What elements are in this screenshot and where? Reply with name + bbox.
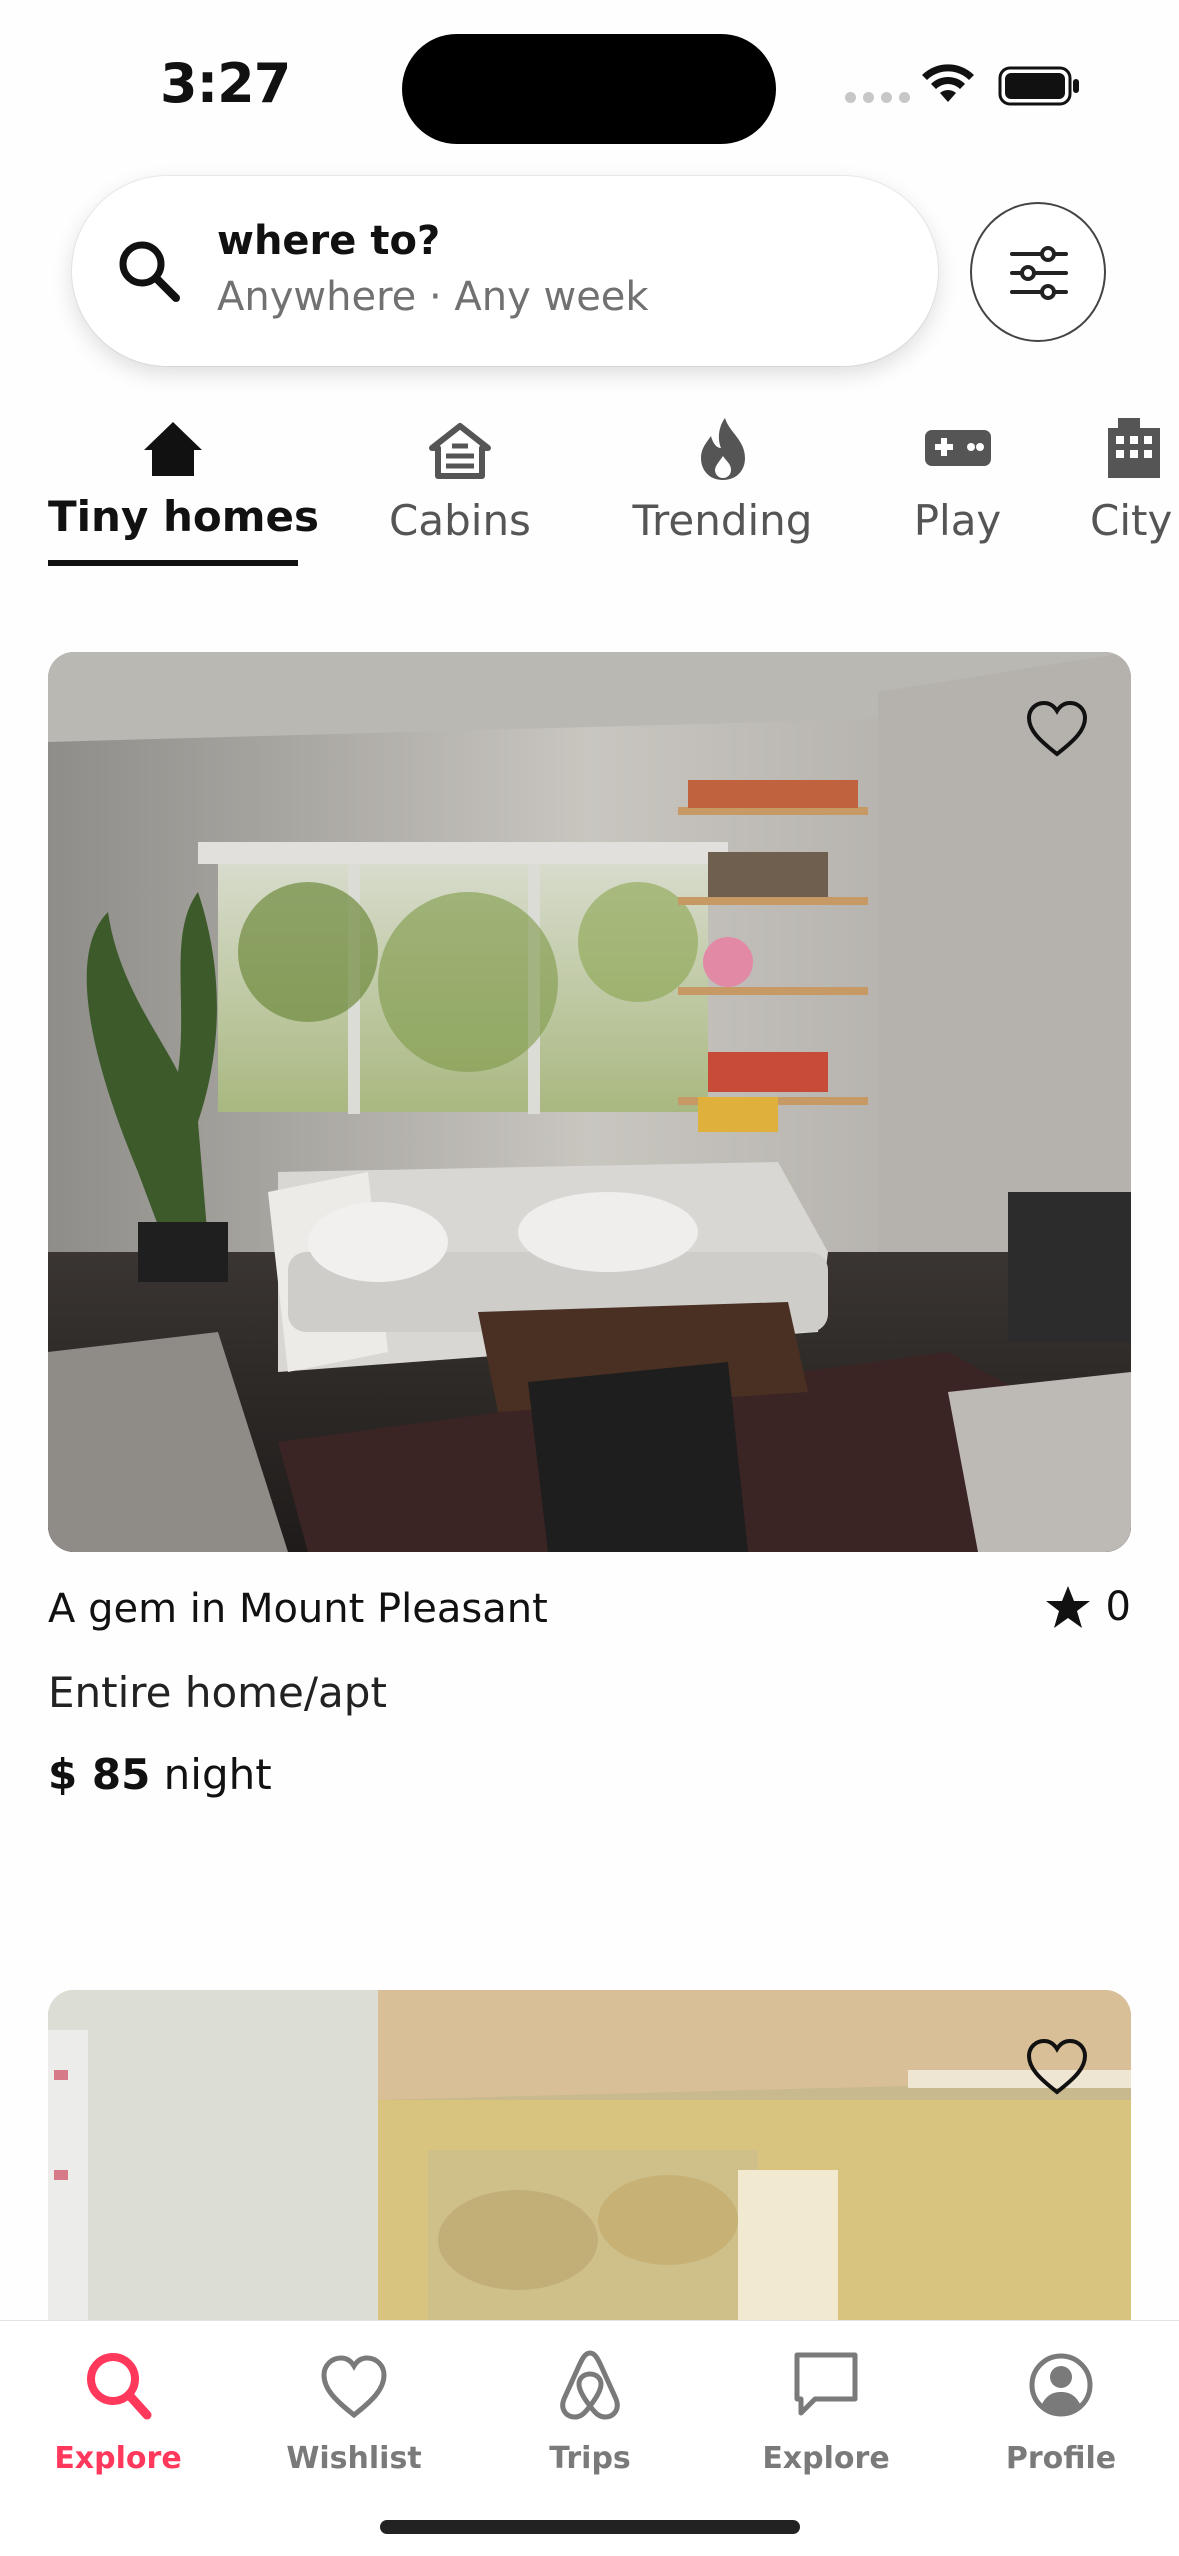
tab-label: Explore xyxy=(54,2441,182,2476)
search-icon xyxy=(119,241,180,302)
living-room-photo xyxy=(48,652,1131,1552)
wishlist-heart-icon[interactable] xyxy=(1025,700,1089,758)
sliders-icon xyxy=(1010,246,1068,300)
airbnb-logo-icon xyxy=(560,2350,620,2420)
cellular-signal-icon xyxy=(845,92,910,103)
category-play[interactable]: Play xyxy=(900,410,1015,545)
search-icon xyxy=(87,2353,152,2420)
tab-explore[interactable]: Explore xyxy=(0,2343,236,2476)
star-icon xyxy=(1045,1586,1090,1628)
listing-price: $ 85 night xyxy=(48,1750,272,1799)
home-icon xyxy=(144,422,202,476)
rating-value: 0 xyxy=(1105,1584,1131,1630)
tab-label: Trips xyxy=(549,2441,631,2476)
home-indicator[interactable] xyxy=(380,2520,800,2534)
wifi-icon xyxy=(922,64,974,102)
category-label: Tiny homes xyxy=(48,492,319,541)
heart-icon xyxy=(321,2355,387,2419)
category-tiny-homes[interactable]: Tiny homes xyxy=(48,410,319,541)
gamepad-icon xyxy=(924,430,991,466)
tab-label: Profile xyxy=(1005,2441,1117,2476)
tab-messages[interactable]: Explore xyxy=(708,2343,944,2476)
search-title: where to? xyxy=(217,218,441,264)
battery-icon xyxy=(998,66,1079,106)
price-unit: night xyxy=(163,1750,272,1799)
category-trending[interactable]: Trending xyxy=(620,410,825,545)
active-category-indicator xyxy=(48,560,298,566)
price-amount: $ 85 xyxy=(48,1750,151,1799)
status-time: 3:27 xyxy=(160,52,291,115)
listing-photo[interactable] xyxy=(48,1990,1131,2330)
fire-icon xyxy=(700,418,745,480)
category-city[interactable]: City xyxy=(1090,410,1179,545)
profile-icon xyxy=(1029,2353,1093,2417)
listing-room-type: Entire home/apt xyxy=(48,1668,387,1717)
search-subtitle: Anywhere · Any week xyxy=(217,274,649,320)
filters-button[interactable] xyxy=(970,202,1106,342)
listing-rating: 0 xyxy=(1044,1584,1131,1630)
category-label: Trending xyxy=(632,496,813,545)
category-cabins[interactable]: Cabins xyxy=(380,410,540,545)
tab-label: Explore xyxy=(762,2441,890,2476)
category-label: Play xyxy=(913,496,1002,545)
category-label: City xyxy=(1090,496,1173,545)
message-icon xyxy=(794,2352,858,2416)
search-bar[interactable]: where to? Anywhere · Any week xyxy=(72,176,938,366)
listing-photo[interactable] xyxy=(48,652,1131,1552)
category-label: Cabins xyxy=(389,496,531,545)
cabin-icon xyxy=(429,423,491,479)
city-icon xyxy=(1108,418,1160,478)
status-bar: 3:27 xyxy=(0,0,1179,170)
bedroom-photo xyxy=(48,1990,1131,2330)
wishlist-heart-icon[interactable] xyxy=(1025,2038,1089,2096)
tab-wishlist[interactable]: Wishlist xyxy=(236,2343,472,2476)
tab-profile[interactable]: Profile xyxy=(943,2343,1179,2476)
listing-title[interactable]: A gem in Mount Pleasant xyxy=(48,1586,548,1632)
category-bar: Tiny homes Cabins Trending Play City xyxy=(0,410,1179,580)
tab-label: Wishlist xyxy=(286,2441,422,2476)
dynamic-island xyxy=(402,34,776,144)
tab-trips[interactable]: Trips xyxy=(472,2343,708,2476)
